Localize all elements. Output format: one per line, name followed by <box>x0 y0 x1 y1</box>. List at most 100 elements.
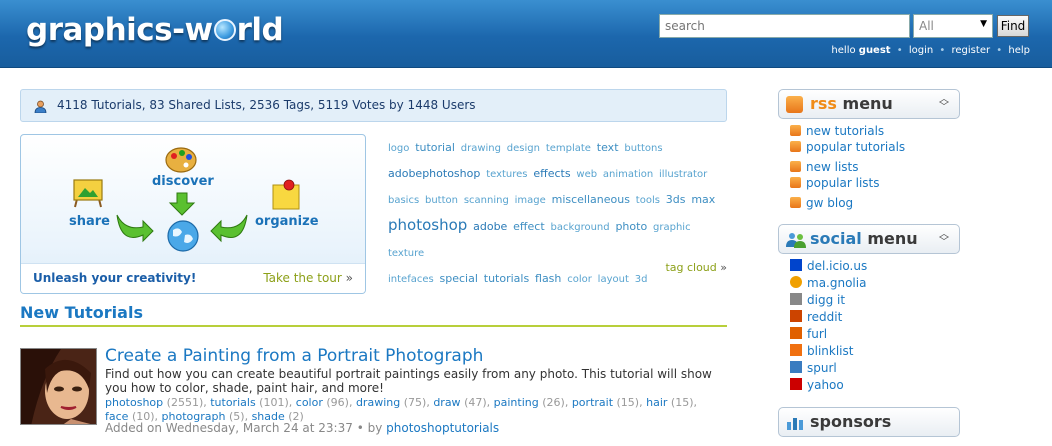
username: guest <box>858 45 891 56</box>
tag-link[interactable]: image <box>515 195 546 206</box>
tag-link[interactable]: basics <box>388 195 419 206</box>
tag-link[interactable]: web <box>576 169 597 180</box>
globe-icon <box>213 19 236 41</box>
tutorial-description: Find out how you can create beautiful po… <box>105 367 712 395</box>
social-bookmark-link[interactable]: reddit <box>807 310 842 324</box>
tag-link[interactable]: tools <box>636 195 660 206</box>
category-select[interactable]: All ▼ <box>913 14 993 38</box>
separator: • <box>939 45 946 56</box>
tutorial-tag-link[interactable]: photoshop <box>105 396 163 409</box>
left-arrow-icon <box>210 214 248 243</box>
tag-link[interactable]: design <box>507 143 540 154</box>
tag-link[interactable]: 3d <box>635 274 648 285</box>
rss-feed-link[interactable]: new lists <box>806 160 859 174</box>
tag-link[interactable]: tutorials <box>484 272 529 285</box>
tag-link[interactable]: flash <box>535 272 561 285</box>
help-link[interactable]: help <box>1008 45 1030 56</box>
social-bookmark-link[interactable]: blinklist <box>807 344 853 358</box>
social-bookmark-link[interactable]: yahoo <box>807 378 844 392</box>
tag-link[interactable]: texture <box>388 248 424 259</box>
discover-label: discover <box>152 174 214 189</box>
tag-link[interactable]: max <box>691 193 715 206</box>
tutorial-tag-link[interactable]: drawing <box>356 396 400 409</box>
search-input[interactable] <box>659 14 910 38</box>
take-tour-label: Take the tour <box>263 271 342 285</box>
social-menu-item: del.icio.us <box>790 259 867 276</box>
tag-link[interactable]: background <box>550 222 609 233</box>
tag-link[interactable]: layout <box>598 274 629 285</box>
tag-cloud-link[interactable]: tag cloud » <box>665 261 727 274</box>
rss-icon <box>790 141 801 152</box>
social-bookmark-link[interactable]: ma.gnolia <box>807 276 866 290</box>
tag-link[interactable]: graphic <box>653 222 691 233</box>
rss-menu-header[interactable]: rss menu ︿ ﹀ <box>778 89 960 119</box>
social-menu-header[interactable]: social menu ︿ ﹀ <box>778 224 960 254</box>
tag-link[interactable]: photoshop <box>388 216 467 234</box>
rss-icon <box>790 177 801 188</box>
yahoo-icon <box>790 378 802 390</box>
tutorial-author-link[interactable]: photoshoptutorials <box>386 421 499 435</box>
tutorial-tag-link[interactable]: hair <box>646 396 667 409</box>
tag-link[interactable]: textures <box>486 169 527 180</box>
tag-link[interactable]: drawing <box>461 143 501 154</box>
tag-link[interactable]: button <box>425 195 458 206</box>
tutorial-tag-link[interactable]: portrait <box>572 396 613 409</box>
rss-menu-item: popular lists <box>790 176 905 192</box>
tutorial-tag-link[interactable]: tutorials <box>210 396 255 409</box>
tag-link[interactable]: template <box>546 143 591 154</box>
rss-feed-link[interactable]: new tutorials <box>806 124 884 138</box>
social-bookmark-link[interactable]: furl <box>807 327 827 341</box>
find-button[interactable]: Find <box>997 15 1029 37</box>
tag-link[interactable]: intefaces <box>388 274 434 285</box>
tag-link[interactable]: color <box>567 274 592 285</box>
tag-link[interactable]: animation <box>603 169 653 180</box>
tag-link[interactable]: special <box>440 272 478 285</box>
login-link[interactable]: login <box>909 45 933 56</box>
social-menu-title: social <box>810 229 862 248</box>
tag-count: (15) <box>616 396 640 409</box>
tag-count: (15) <box>670 396 694 409</box>
down-arrow-icon <box>168 192 196 216</box>
tag-link[interactable]: effect <box>513 220 544 233</box>
tag-link[interactable]: adobephotoshop <box>388 167 480 180</box>
tag-link[interactable]: buttons <box>624 143 662 154</box>
rss-feed-link[interactable]: popular tutorials <box>806 140 905 154</box>
collapse-toggle-icon[interactable]: ︿ ﹀ <box>939 230 949 248</box>
menu-word: menu <box>842 94 893 113</box>
social-bookmark-link[interactable]: spurl <box>807 361 837 375</box>
tag-link[interactable]: text <box>597 141 619 154</box>
register-link[interactable]: register <box>952 45 991 56</box>
site-header: graphics-wrld All ▼ Find hello guest • l… <box>0 0 1052 68</box>
tag-link[interactable]: effects <box>533 167 570 180</box>
rss-feed-link[interactable]: gw blog <box>806 196 853 210</box>
tutorial-tag-link[interactable]: color <box>296 396 323 409</box>
tutorial-tag-link[interactable]: painting <box>494 396 539 409</box>
sponsors-menu-header[interactable]: sponsors <box>778 407 960 437</box>
tag-link[interactable]: 3ds <box>666 193 686 206</box>
social-menu-item: digg it <box>790 293 867 310</box>
take-tour-link[interactable]: Take the tour » <box>263 271 353 285</box>
raquo: » <box>345 271 353 285</box>
collapse-toggle-icon[interactable]: ︿ ﹀ <box>939 95 949 113</box>
tag-link[interactable]: adobe <box>473 220 507 233</box>
dropdown-arrow-icon: ▼ <box>980 19 987 29</box>
tag-count: (101) <box>259 396 289 409</box>
tag-link[interactable]: illustrator <box>659 169 707 180</box>
tag-link[interactable]: photo <box>615 220 647 233</box>
social-bookmark-link[interactable]: del.icio.us <box>807 259 867 273</box>
tutorial-title-link[interactable]: Create a Painting from a Portrait Photog… <box>105 346 483 366</box>
tutorial-thumbnail[interactable] <box>20 348 97 425</box>
tag-link[interactable]: tutorial <box>415 141 455 154</box>
site-logo[interactable]: graphics-w rld <box>26 12 284 48</box>
social-bookmark-link[interactable]: digg it <box>807 293 845 307</box>
social-menu-item: furl <box>790 327 867 344</box>
rss-feed-link[interactable]: popular lists <box>806 176 880 190</box>
tutorial-tag-link[interactable]: draw <box>433 396 460 409</box>
blinklist-icon <box>790 344 802 356</box>
tag-link[interactable]: logo <box>388 143 409 154</box>
rss-icon <box>786 96 803 113</box>
tag-link[interactable]: scanning <box>464 195 509 206</box>
rss-menu-title: rss <box>810 94 837 113</box>
tag-link[interactable]: miscellaneous <box>552 193 630 206</box>
rss-menu-item: gw blog <box>790 196 905 212</box>
